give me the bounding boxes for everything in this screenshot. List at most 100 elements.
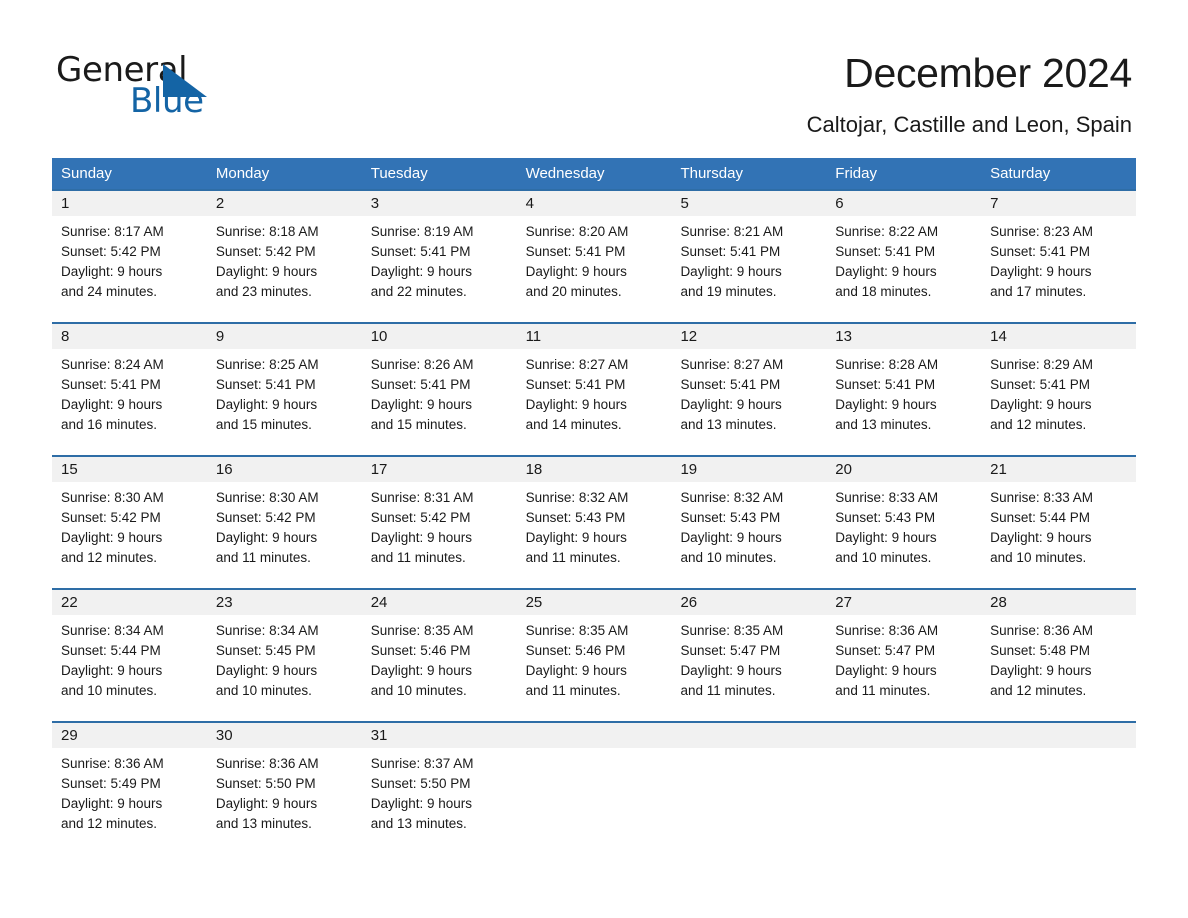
daylight-text-line1: Daylight: 9 hours [835,530,937,545]
sunrise-text: Sunrise: 8:30 AM [61,490,164,505]
day-details: Sunrise: 8:33 AM Sunset: 5:43 PM Dayligh… [826,482,981,568]
sunset-text: Sunset: 5:42 PM [61,244,161,259]
day-number: 20 [826,457,982,482]
day-number: 7 [981,191,1137,216]
day-details: Sunrise: 8:23 AM Sunset: 5:41 PM Dayligh… [981,216,1136,302]
day-cell[interactable]: 22 Sunrise: 8:34 AM Sunset: 5:44 PM Dayl… [52,590,207,721]
day-cell[interactable]: 9 Sunrise: 8:25 AM Sunset: 5:41 PM Dayli… [206,324,362,455]
day-cell[interactable]: 7 Sunrise: 8:23 AM Sunset: 5:41 PM Dayli… [981,191,1137,322]
weekday-header-saturday: Saturday [990,165,1051,182]
daylight-text-line1: Daylight: 9 hours [680,663,782,678]
day-cell[interactable]: 1 Sunrise: 8:17 AM Sunset: 5:42 PM Dayli… [52,191,207,322]
day-cell[interactable]: 15 Sunrise: 8:30 AM Sunset: 5:42 PM Dayl… [52,457,207,588]
sunset-text: Sunset: 5:41 PM [990,244,1090,259]
day-cell[interactable]: 19 Sunrise: 8:32 AM Sunset: 5:43 PM Dayl… [671,457,827,588]
day-cell[interactable]: 21 Sunrise: 8:33 AM Sunset: 5:44 PM Dayl… [981,457,1137,588]
daylight-text-line2: and 17 minutes. [990,284,1087,299]
sunrise-text: Sunrise: 8:35 AM [525,623,629,638]
sunrise-text: Sunrise: 8:17 AM [61,224,164,239]
title-block: December 2024 Caltojar, Castille and Leo… [432,48,1133,138]
sunset-text: Sunset: 5:43 PM [525,510,626,525]
sunset-text: Sunset: 5:41 PM [835,377,936,392]
page-header: General Blue December 2024 Caltojar, Cas… [0,0,1188,150]
daylight-text-line1: Daylight: 9 hours [215,530,318,545]
daylight-text-line2: and 12 minutes. [990,683,1087,698]
day-number: 5 [671,191,827,216]
day-cell[interactable]: 6 Sunrise: 8:22 AM Sunset: 5:41 PM Dayli… [826,191,982,322]
day-details: Sunrise: 8:25 AM Sunset: 5:41 PM Dayligh… [207,349,362,435]
day-cell[interactable]: 3 Sunrise: 8:19 AM Sunset: 5:41 PM Dayli… [361,191,517,322]
daylight-text-line2: and 11 minutes. [215,550,311,565]
daylight-text-line2: and 10 minutes. [835,550,932,565]
sunset-text: Sunset: 5:47 PM [680,643,781,658]
daylight-text-line2: and 12 minutes. [61,550,158,565]
brand-name-blue: Blue [130,81,204,121]
daylight-text-line1: Daylight: 9 hours [370,663,473,678]
sunset-text: Sunset: 5:49 PM [61,776,161,791]
day-cell[interactable]: 13 Sunrise: 8:28 AM Sunset: 5:41 PM Dayl… [826,324,982,455]
day-cell[interactable]: 11 Sunrise: 8:27 AM Sunset: 5:41 PM Dayl… [516,324,672,455]
day-cell[interactable]: 8 Sunrise: 8:24 AM Sunset: 5:41 PM Dayli… [52,324,207,455]
sunset-text: Sunset: 5:50 PM [215,776,316,791]
daylight-text-line2: and 10 minutes. [990,550,1087,565]
sunset-text: Sunset: 5:41 PM [370,244,471,259]
week-row: 15 Sunrise: 8:30 AM Sunset: 5:42 PM Dayl… [52,455,1137,588]
day-number: 16 [206,457,362,482]
day-number: 18 [516,457,672,482]
daylight-text-line2: and 12 minutes. [61,816,158,831]
day-cell[interactable]: 5 Sunrise: 8:21 AM Sunset: 5:41 PM Dayli… [671,191,827,322]
day-number [981,723,1137,748]
day-cell[interactable]: 23 Sunrise: 8:34 AM Sunset: 5:45 PM Dayl… [206,590,362,721]
brand-logo[interactable]: General Blue [56,50,256,121]
daylight-text-line1: Daylight: 9 hours [61,663,163,678]
day-cell[interactable]: 10 Sunrise: 8:26 AM Sunset: 5:41 PM Dayl… [361,324,517,455]
day-details: Sunrise: 8:35 AM Sunset: 5:46 PM Dayligh… [362,615,517,701]
sunrise-text: Sunrise: 8:29 AM [990,357,1093,372]
sunrise-text: Sunrise: 8:18 AM [215,224,319,239]
day-cell[interactable]: 26 Sunrise: 8:35 AM Sunset: 5:47 PM Dayl… [671,590,827,721]
daylight-text-line1: Daylight: 9 hours [990,530,1092,545]
daylight-text-line1: Daylight: 9 hours [990,264,1092,279]
sunrise-text: Sunrise: 8:27 AM [680,357,784,372]
day-details: Sunrise: 8:36 AM Sunset: 5:50 PM Dayligh… [207,748,362,834]
day-cell[interactable]: 30 Sunrise: 8:36 AM Sunset: 5:50 PM Dayl… [206,723,362,847]
day-cell[interactable]: 31 Sunrise: 8:37 AM Sunset: 5:50 PM Dayl… [361,723,517,847]
day-cell[interactable]: 17 Sunrise: 8:31 AM Sunset: 5:42 PM Dayl… [361,457,517,588]
sunrise-text: Sunrise: 8:32 AM [525,490,629,505]
sunset-text: Sunset: 5:41 PM [990,377,1090,392]
day-cell[interactable]: 16 Sunrise: 8:30 AM Sunset: 5:42 PM Dayl… [206,457,362,588]
sunrise-text: Sunrise: 8:21 AM [680,224,784,239]
day-cell[interactable]: 12 Sunrise: 8:27 AM Sunset: 5:41 PM Dayl… [671,324,827,455]
day-details: Sunrise: 8:32 AM Sunset: 5:43 PM Dayligh… [671,482,826,568]
daylight-text-line2: and 11 minutes. [680,683,776,698]
day-number: 25 [516,590,672,615]
daylight-text-line2: and 10 minutes. [680,550,777,565]
day-details: Sunrise: 8:30 AM Sunset: 5:42 PM Dayligh… [207,482,362,568]
daylight-text-line1: Daylight: 9 hours [990,663,1092,678]
day-cell[interactable]: 4 Sunrise: 8:20 AM Sunset: 5:41 PM Dayli… [516,191,672,322]
day-cell[interactable]: 18 Sunrise: 8:32 AM Sunset: 5:43 PM Dayl… [516,457,672,588]
day-number: 19 [671,457,827,482]
sunset-text: Sunset: 5:42 PM [370,510,471,525]
sunrise-text: Sunrise: 8:36 AM [990,623,1093,638]
daylight-text-line1: Daylight: 9 hours [525,530,627,545]
day-cell[interactable]: 2 Sunrise: 8:18 AM Sunset: 5:42 PM Dayli… [206,191,362,322]
daylight-text-line2: and 11 minutes. [370,550,466,565]
day-cell[interactable]: 14 Sunrise: 8:29 AM Sunset: 5:41 PM Dayl… [981,324,1137,455]
day-details: Sunrise: 8:30 AM Sunset: 5:42 PM Dayligh… [52,482,207,568]
day-cell[interactable]: 27 Sunrise: 8:36 AM Sunset: 5:47 PM Dayl… [826,590,982,721]
daylight-text-line1: Daylight: 9 hours [525,397,627,412]
week-row: 29 Sunrise: 8:36 AM Sunset: 5:49 PM Dayl… [52,721,1137,847]
daylight-text-line2: and 22 minutes. [370,284,467,299]
day-number: 30 [206,723,362,748]
day-number: 11 [516,324,672,349]
day-cell[interactable]: 20 Sunrise: 8:33 AM Sunset: 5:43 PM Dayl… [826,457,982,588]
day-cell[interactable]: 25 Sunrise: 8:35 AM Sunset: 5:46 PM Dayl… [516,590,672,721]
sunset-text: Sunset: 5:42 PM [215,510,316,525]
sunset-text: Sunset: 5:46 PM [370,643,471,658]
day-cell[interactable]: 24 Sunrise: 8:35 AM Sunset: 5:46 PM Dayl… [361,590,517,721]
day-cell[interactable]: 29 Sunrise: 8:36 AM Sunset: 5:49 PM Dayl… [52,723,207,847]
day-number: 29 [52,723,207,748]
weekday-header-row: Sunday Monday Tuesday Wednesday Thursday… [52,158,1136,189]
day-cell[interactable]: 28 Sunrise: 8:36 AM Sunset: 5:48 PM Dayl… [981,590,1137,721]
